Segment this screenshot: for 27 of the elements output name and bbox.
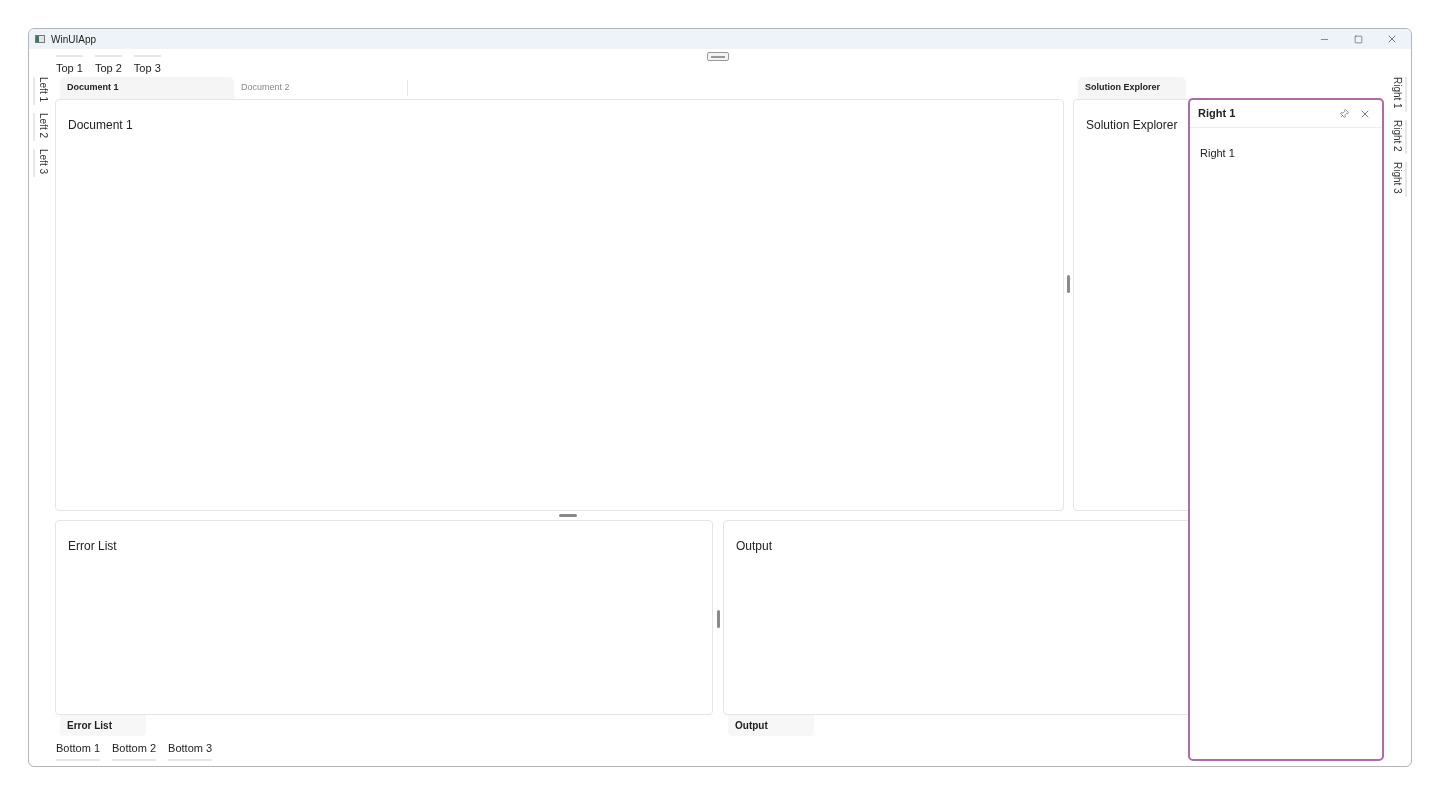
window-title: WinUIApp [51,32,96,47]
splitter-grip[interactable] [559,514,577,517]
bottom-tab[interactable]: Bottom 3 [168,740,213,761]
side-tab[interactable]: Left 3 [32,149,52,178]
close-icon [1386,33,1398,45]
dock-grip-icon[interactable] [707,52,729,61]
splitter-grip[interactable] [1067,275,1070,293]
pane-tab[interactable]: Output [728,715,814,736]
bottom-tab[interactable]: Bottom 2 [112,740,157,761]
side-tab[interactable]: Right 1 [1389,77,1407,112]
document-tab[interactable]: Document 1 [60,77,234,99]
splitter-grip[interactable] [716,610,720,628]
pane-content-text: Document 1 [68,118,133,132]
side-tab[interactable]: Left 2 [32,113,52,142]
pane-content-text: Output [736,539,773,553]
app-icon [35,35,45,43]
flyout-content-text: Right 1 [1200,147,1235,159]
pane-content-text: Solution Explorer [1086,118,1178,132]
side-tab[interactable]: Left 1 [32,77,52,106]
maximize-icon [1353,34,1363,44]
document-tab[interactable]: Document 2 [234,80,408,96]
flyout-title: Right 1 [1198,106,1236,122]
bottom-tab[interactable]: Bottom 1 [56,740,101,761]
pane-tab[interactable]: Error List [60,715,146,736]
side-tab[interactable]: Right 3 [1389,162,1407,198]
side-tab[interactable]: Right 2 [1389,119,1407,155]
pane-content-text: Error List [68,539,117,553]
